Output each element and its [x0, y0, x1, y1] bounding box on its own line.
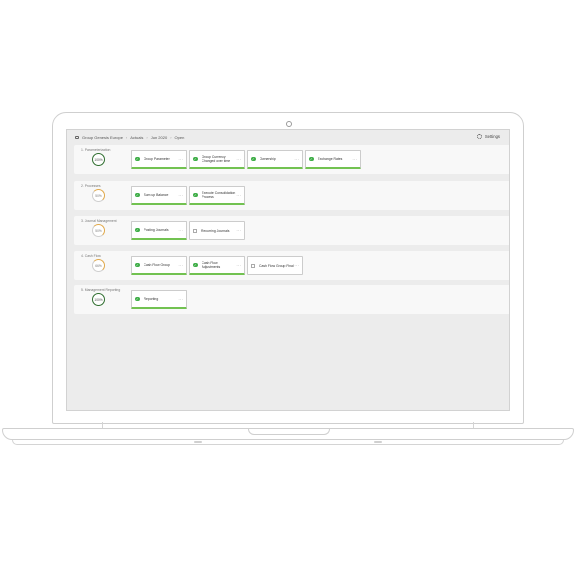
more-options-icon[interactable]: ··· — [178, 263, 183, 268]
task-card[interactable]: ✓ Execute Consolidation Process ··· — [189, 186, 245, 205]
laptop-base-bottom — [12, 440, 564, 445]
top-bar: Group Genesis Europe › Actuals › Jun 202… — [67, 130, 509, 144]
laptop-foot — [194, 441, 202, 443]
task-label: Reporting — [143, 297, 159, 301]
check-icon: ✓ — [135, 296, 140, 302]
stage-title: 1. Parameterization — [81, 148, 111, 152]
task-label: Cash Flow Adjustments — [201, 261, 221, 269]
progress-ring: 100% — [92, 153, 105, 166]
task-card[interactable]: ✓ Group Currency Changed over time ··· — [189, 150, 245, 169]
breadcrumb-item[interactable]: Actuals — [130, 135, 143, 140]
settings-label: Settings — [484, 134, 500, 139]
breadcrumb-item[interactable]: Group Genesis Europe — [82, 135, 123, 140]
breadcrumb: Group Genesis Europe › Actuals › Jun 202… — [75, 135, 184, 140]
progress-value: 66% — [95, 263, 102, 268]
chevron-right-icon: › — [125, 135, 128, 140]
progress-value: 50% — [95, 228, 102, 233]
stage-management-reporting: 5. Management Reporting 100% ✓ Reporting… — [74, 285, 509, 314]
task-card[interactable]: ✓ Sum up Balance ··· — [131, 186, 187, 205]
stage-title: 3. Journal Management — [81, 219, 117, 223]
stage-processes: 2. Processes 50% ✓ Sum up Balance ··· ✓ … — [74, 181, 509, 210]
more-options-icon[interactable]: ··· — [178, 157, 183, 162]
stage-title: 5. Management Reporting — [81, 288, 121, 292]
check-icon: ✓ — [135, 192, 140, 198]
task-card[interactable]: ✓ Ownership ··· — [247, 150, 303, 169]
task-label: Execute Consolidation Process — [201, 191, 236, 199]
stage-parameterization: 1. Parameterization 100% ✓ Group Paramet… — [74, 145, 509, 174]
more-options-icon[interactable]: ··· — [178, 193, 183, 198]
laptop-foot — [374, 441, 382, 443]
task-card[interactable]: ✓ Exchange Rates ··· — [305, 150, 361, 169]
progress-value: 50% — [95, 193, 102, 198]
more-options-icon[interactable]: ··· — [236, 263, 241, 268]
more-options-icon[interactable]: ··· — [236, 193, 241, 198]
stage-title: 4. Cash Flow — [81, 254, 101, 258]
stage-title: 2. Processes — [81, 184, 101, 188]
check-icon: ✓ — [193, 262, 198, 268]
task-label: Ownership — [259, 157, 276, 161]
chevron-right-icon: › — [146, 135, 148, 140]
task-card[interactable]: ✓ Cash Flow Adjustments ··· — [189, 256, 245, 275]
task-card[interactable]: Recurring Journals ··· — [189, 221, 245, 240]
stage-journal-management: 3. Journal Management 50% ✓ Posting Jour… — [74, 216, 509, 245]
stage-cash-flow: 4. Cash Flow 66% ✓ Cash Flow Group ··· ✓… — [74, 251, 509, 280]
check-icon: ✓ — [193, 192, 198, 198]
more-options-icon[interactable]: ··· — [178, 228, 183, 233]
camera-icon — [286, 121, 292, 127]
checkbox-icon[interactable] — [251, 263, 255, 268]
progress-ring: 50% — [92, 189, 105, 202]
laptop-notch — [248, 428, 330, 435]
progress-ring: 100% — [92, 293, 105, 306]
check-icon: ✓ — [135, 156, 140, 162]
check-icon: ✓ — [193, 156, 198, 162]
link-icon — [75, 136, 79, 139]
more-options-icon[interactable]: ··· — [294, 263, 299, 268]
task-label: Cash Flow Group — [143, 263, 170, 267]
progress-ring: 50% — [92, 224, 105, 237]
chevron-right-icon: › — [170, 135, 172, 140]
task-label: Sum up Balance — [143, 193, 169, 197]
task-label: Recurring Journals — [201, 228, 230, 233]
task-label: Group Currency Changed over time — [201, 155, 231, 163]
app-screen: Group Genesis Europe › Actuals › Jun 202… — [66, 129, 510, 411]
progress-value: 100% — [94, 297, 103, 302]
more-options-icon[interactable]: ··· — [178, 297, 183, 302]
task-card[interactable]: ✓ Reporting ··· — [131, 290, 187, 309]
task-label: Exchange Rates — [317, 157, 343, 161]
task-card[interactable]: ✓ Posting Journals ··· — [131, 221, 187, 240]
check-icon: ✓ — [135, 227, 140, 233]
more-options-icon[interactable]: ··· — [352, 157, 357, 162]
task-label: Group Parameter — [143, 157, 170, 161]
settings-button[interactable]: Settings — [476, 134, 500, 139]
check-icon: ✓ — [135, 262, 140, 268]
task-card[interactable]: ✓ Cash Flow Group ··· — [131, 256, 187, 275]
task-label: Posting Journals — [143, 228, 169, 232]
check-icon: ✓ — [251, 156, 256, 162]
check-icon: ✓ — [309, 156, 314, 162]
progress-value: 100% — [94, 157, 103, 162]
progress-ring: 66% — [92, 259, 105, 272]
breadcrumb-item[interactable]: Open — [175, 135, 185, 140]
more-options-icon[interactable]: ··· — [294, 157, 299, 162]
task-label: Cash Flow Group Final — [259, 263, 294, 268]
task-card[interactable]: ✓ Group Parameter ··· — [131, 150, 187, 169]
breadcrumb-item[interactable]: Jun 2020 — [151, 135, 167, 140]
more-options-icon[interactable]: ··· — [236, 228, 241, 233]
checkbox-icon[interactable] — [193, 228, 197, 233]
more-options-icon[interactable]: ··· — [236, 157, 241, 162]
gear-icon — [476, 134, 482, 139]
task-card[interactable]: Cash Flow Group Final ··· — [247, 256, 303, 275]
